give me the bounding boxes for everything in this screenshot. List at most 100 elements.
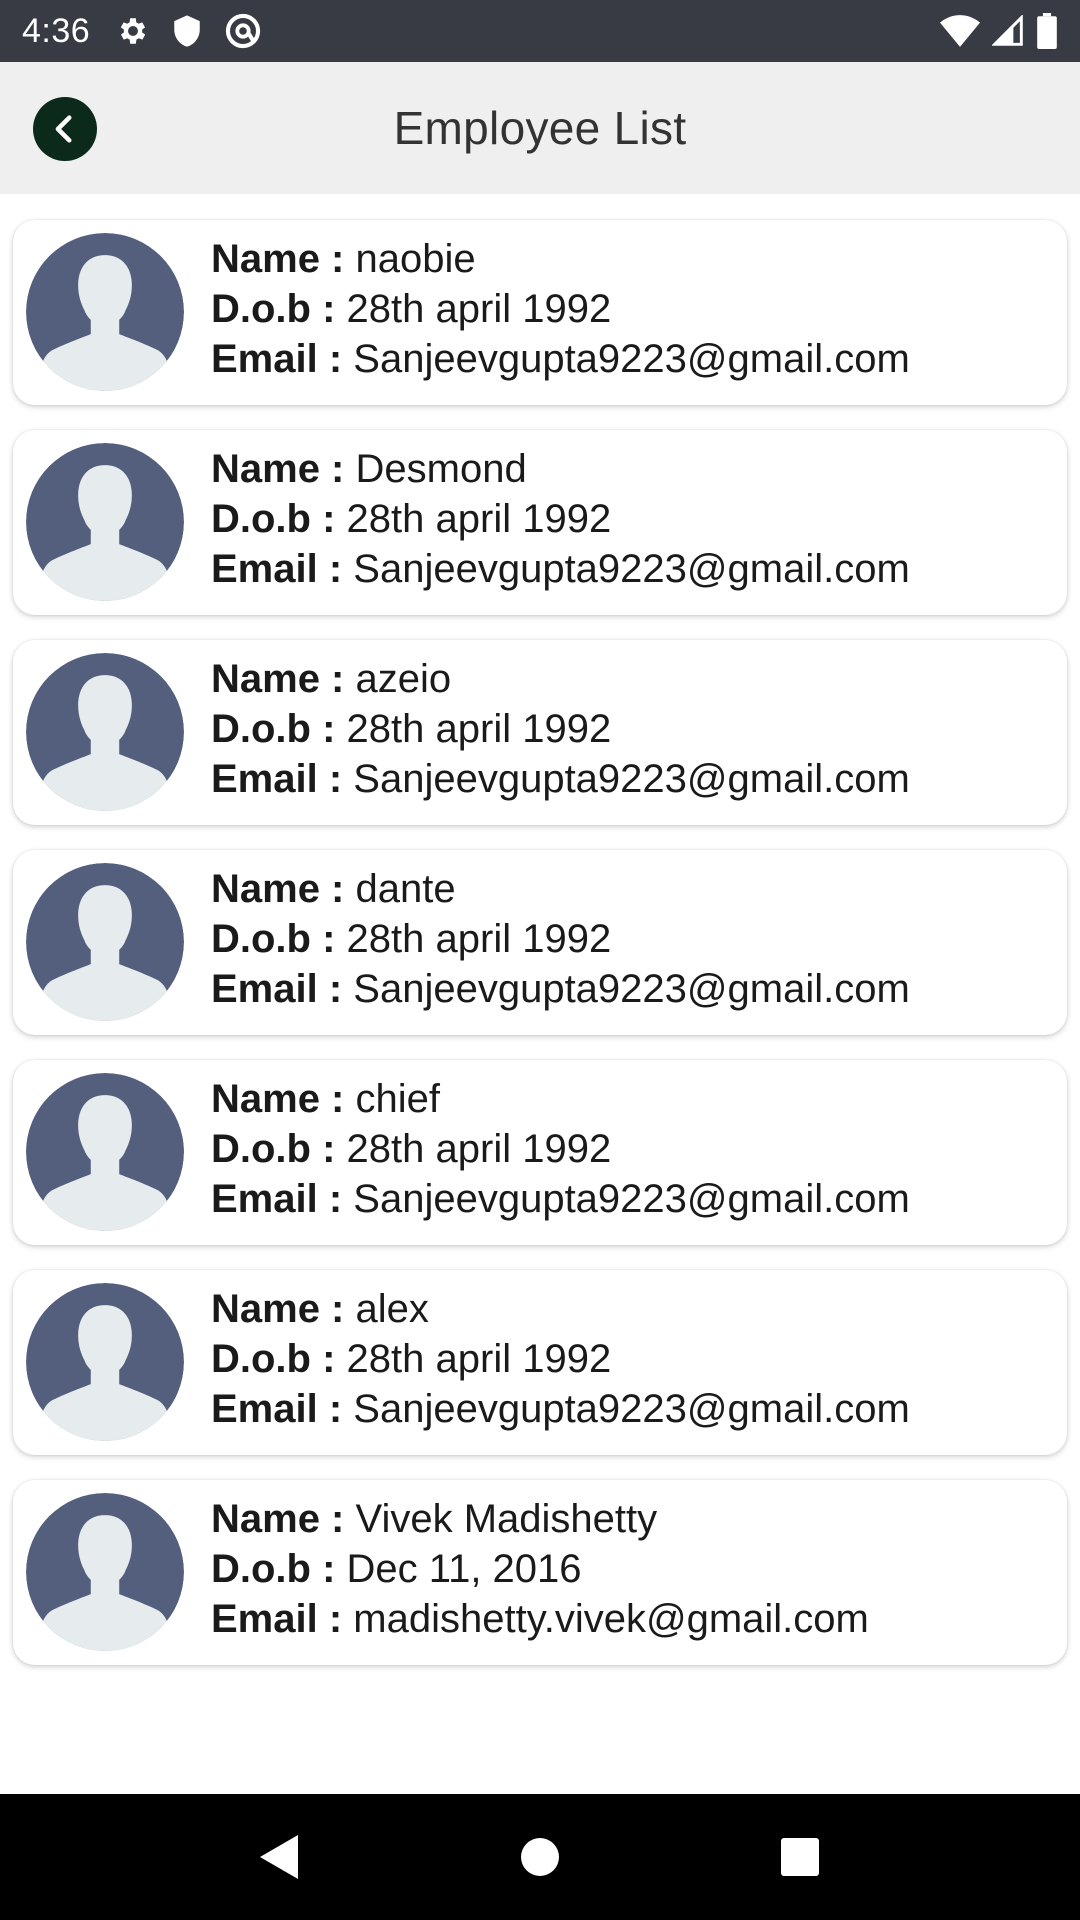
avatar: [26, 863, 184, 1021]
email-label: Email :: [211, 757, 343, 801]
status-right-icons: [940, 13, 1058, 49]
nav-back-button[interactable]: [240, 1817, 320, 1897]
employee-dob: 28th april 1992: [346, 497, 612, 541]
name-label: Name :: [211, 867, 345, 911]
employee-email: Sanjeevgupta9223@gmail.com: [353, 1177, 910, 1221]
battery-icon: [1036, 13, 1058, 49]
email-label: Email :: [211, 337, 343, 381]
employee-name: alex: [355, 1287, 429, 1331]
name-row: Name : chief: [211, 1074, 910, 1124]
dob-label: D.o.b :: [211, 707, 336, 751]
chevron-left-icon: [55, 115, 72, 143]
employee-email: Sanjeevgupta9223@gmail.com: [353, 967, 910, 1011]
avatar: [26, 653, 184, 811]
employee-dob: Dec 11, 2016: [346, 1547, 582, 1591]
status-bar: 4:36: [0, 0, 1080, 62]
shield-icon: [172, 14, 202, 48]
name-label: Name :: [211, 1077, 345, 1121]
avatar: [26, 1493, 184, 1651]
employee-dob: 28th april 1992: [346, 1337, 612, 1381]
email-row: Email : Sanjeevgupta9223@gmail.com: [211, 1174, 910, 1224]
employee-dob: 28th april 1992: [346, 1127, 612, 1171]
employee-card[interactable]: Name : azeio D.o.b : 28th april 1992 Ema…: [13, 640, 1067, 825]
email-label: Email :: [211, 967, 343, 1011]
dob-row: D.o.b : Dec 11, 2016: [211, 1544, 869, 1594]
employee-card[interactable]: Name : naobie D.o.b : 28th april 1992 Em…: [13, 220, 1067, 405]
name-label: Name :: [211, 1287, 345, 1331]
wifi-icon: [940, 15, 980, 47]
dob-row: D.o.b : 28th april 1992: [211, 1334, 910, 1384]
email-row: Email : Sanjeevgupta9223@gmail.com: [211, 964, 910, 1014]
employee-card[interactable]: Name : chief D.o.b : 28th april 1992 Ema…: [13, 1060, 1067, 1245]
employee-email: Sanjeevgupta9223@gmail.com: [353, 547, 910, 591]
settings-icon: [116, 14, 150, 48]
employee-info: Name : Vivek Madishetty D.o.b : Dec 11, …: [211, 1494, 869, 1644]
employee-email: madishetty.vivek@gmail.com: [353, 1597, 869, 1641]
employee-name: Desmond: [355, 447, 527, 491]
employee-card[interactable]: Name : alex D.o.b : 28th april 1992 Emai…: [13, 1270, 1067, 1455]
employee-info: Name : Desmond D.o.b : 28th april 1992 E…: [211, 444, 910, 594]
dob-row: D.o.b : 28th april 1992: [211, 914, 910, 964]
employee-name: chief: [355, 1077, 441, 1121]
dob-label: D.o.b :: [211, 1127, 336, 1171]
name-row: Name : naobie: [211, 234, 910, 284]
avatar: [26, 233, 184, 391]
employee-info: Name : dante D.o.b : 28th april 1992 Ema…: [211, 864, 910, 1014]
nav-recents-button[interactable]: [760, 1817, 840, 1897]
avatar: [26, 1283, 184, 1441]
email-row: Email : Sanjeevgupta9223@gmail.com: [211, 334, 910, 384]
dob-label: D.o.b :: [211, 917, 336, 961]
name-row: Name : Desmond: [211, 444, 910, 494]
employee-email: Sanjeevgupta9223@gmail.com: [353, 337, 910, 381]
back-triangle-icon: [260, 1835, 298, 1879]
name-label: Name :: [211, 1497, 345, 1541]
employee-dob: 28th april 1992: [346, 917, 612, 961]
signal-icon: [992, 15, 1024, 47]
name-label: Name :: [211, 237, 345, 281]
dob-label: D.o.b :: [211, 1547, 336, 1591]
email-label: Email :: [211, 547, 343, 591]
dob-row: D.o.b : 28th april 1992: [211, 1124, 910, 1174]
name-row: Name : azeio: [211, 654, 910, 704]
employee-name: dante: [355, 867, 456, 911]
status-time: 4:36: [22, 11, 91, 50]
dob-label: D.o.b :: [211, 287, 336, 331]
employee-dob: 28th april 1992: [346, 287, 612, 331]
email-label: Email :: [211, 1177, 343, 1221]
employee-name: Vivek Madishetty: [355, 1497, 658, 1541]
employee-name: naobie: [355, 237, 476, 281]
employee-info: Name : alex D.o.b : 28th april 1992 Emai…: [211, 1284, 910, 1434]
avatar: [26, 443, 184, 601]
dob-row: D.o.b : 28th april 1992: [211, 284, 910, 334]
employee-email: Sanjeevgupta9223@gmail.com: [353, 757, 910, 801]
navigation-bar: [0, 1794, 1080, 1920]
employee-card[interactable]: Name : Desmond D.o.b : 28th april 1992 E…: [13, 430, 1067, 615]
email-row: Email : Sanjeevgupta9223@gmail.com: [211, 754, 910, 804]
email-label: Email :: [211, 1597, 343, 1641]
employee-dob: 28th april 1992: [346, 707, 612, 751]
dob-label: D.o.b :: [211, 1337, 336, 1381]
email-row: Email : Sanjeevgupta9223@gmail.com: [211, 1384, 910, 1434]
employee-email: Sanjeevgupta9223@gmail.com: [353, 1387, 910, 1431]
at-sign-icon: [224, 12, 262, 50]
name-row: Name : dante: [211, 864, 910, 914]
email-row: Email : madishetty.vivek@gmail.com: [211, 1594, 869, 1644]
recents-square-icon: [781, 1838, 819, 1876]
back-button[interactable]: [33, 97, 97, 161]
avatar: [26, 1073, 184, 1231]
employee-info: Name : naobie D.o.b : 28th april 1992 Em…: [211, 234, 910, 384]
name-row: Name : Vivek Madishetty: [211, 1494, 869, 1544]
app-header: Employee List: [0, 62, 1080, 194]
name-row: Name : alex: [211, 1284, 910, 1334]
nav-home-button[interactable]: [500, 1817, 580, 1897]
name-label: Name :: [211, 447, 345, 491]
status-left-icons: [116, 12, 262, 50]
email-row: Email : Sanjeevgupta9223@gmail.com: [211, 544, 910, 594]
page-title: Employee List: [393, 102, 687, 154]
employee-name: azeio: [355, 657, 452, 701]
dob-row: D.o.b : 28th april 1992: [211, 704, 910, 754]
employee-card[interactable]: Name : dante D.o.b : 28th april 1992 Ema…: [13, 850, 1067, 1035]
employee-card[interactable]: Name : Vivek Madishetty D.o.b : Dec 11, …: [13, 1480, 1067, 1665]
employee-info: Name : chief D.o.b : 28th april 1992 Ema…: [211, 1074, 910, 1224]
dob-row: D.o.b : 28th april 1992: [211, 494, 910, 544]
